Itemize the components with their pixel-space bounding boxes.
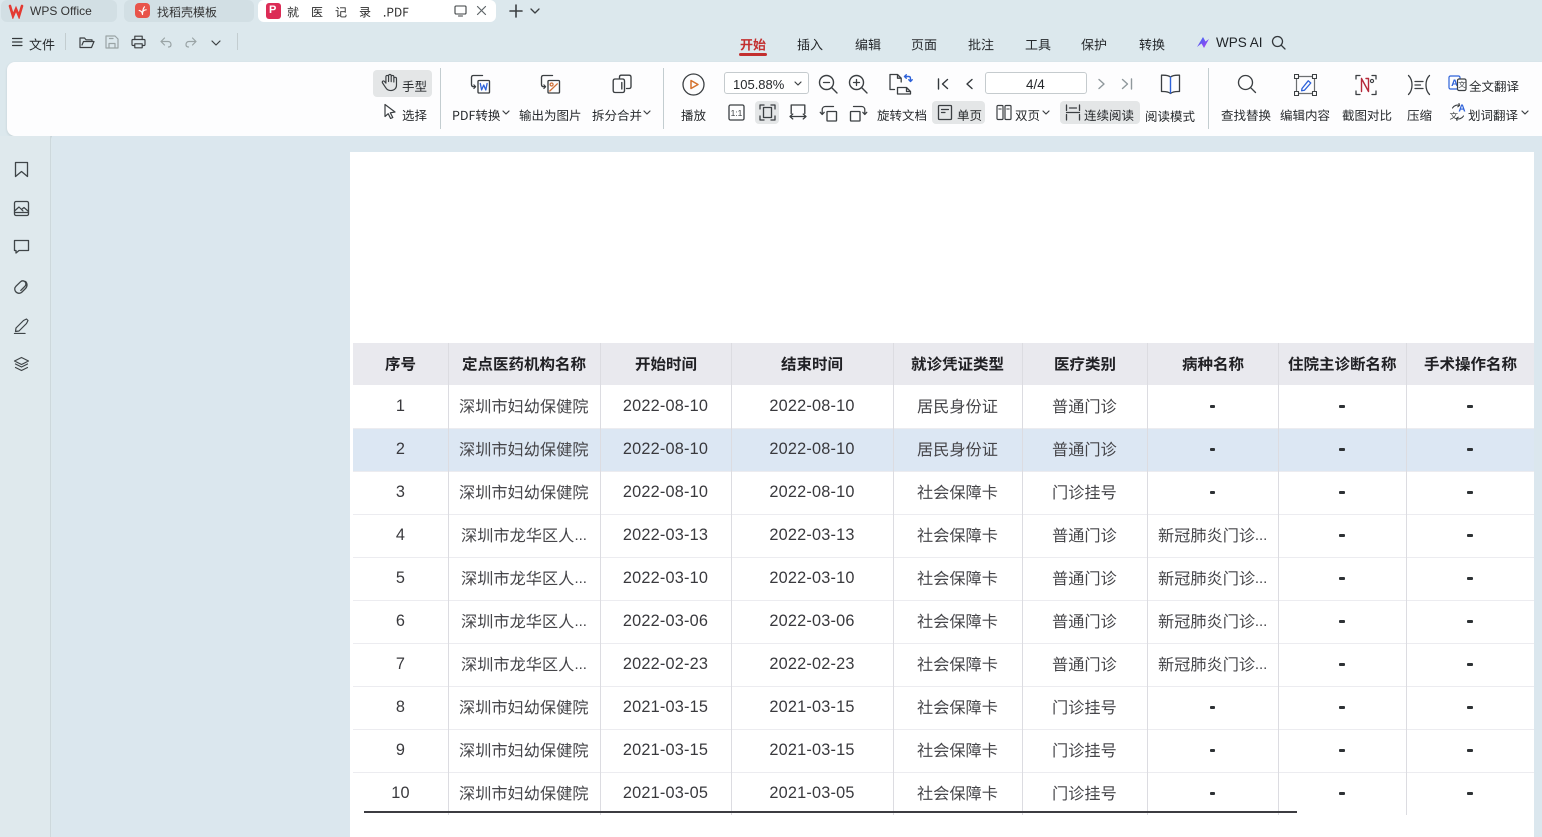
svg-text:1:1: 1:1 bbox=[731, 108, 743, 118]
svg-text:A: A bbox=[1458, 104, 1465, 115]
